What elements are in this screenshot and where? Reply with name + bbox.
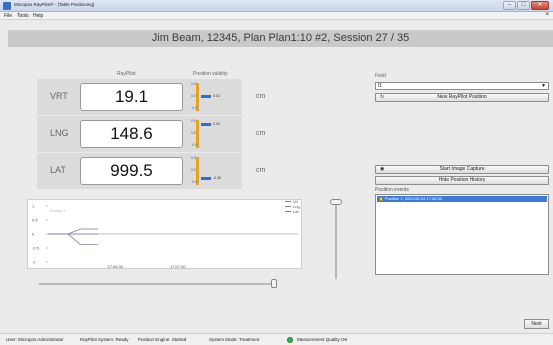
position-validity-gauge: 0.5 0.0 -0.5 0.00: [191, 119, 231, 149]
value-display: 19.1: [80, 83, 183, 111]
app-window: Micropos RayPilot® - [Table Positioning]…: [0, 0, 553, 345]
hide-position-history-button[interactable]: Hide Position History: [375, 176, 549, 185]
y-tick-label: -1: [32, 260, 36, 265]
zoom-slider-track[interactable]: [335, 204, 337, 279]
minimize-button[interactable]: –: [503, 1, 516, 10]
time-slider-track[interactable]: [39, 283, 275, 285]
series-line-lat: [48, 233, 98, 245]
gauge-indicator: [201, 95, 211, 98]
new-raypilot-position-button[interactable]: ↻ New RayPilot Position: [375, 93, 549, 102]
session-title: Jim Beam, 12345, Plan Plan1:10 #2, Sessi…: [151, 32, 410, 44]
menu-bar: File Tools Help ×: [0, 12, 553, 20]
y-tick-label: 0.5: [32, 218, 38, 223]
gauge-tick-label: 0.5: [191, 82, 196, 86]
position-validity-gauge: 0.5 0.0 -0.5 -0.38: [191, 156, 231, 186]
x-tick-label: 17:07:00: [170, 264, 186, 269]
start-image-capture-button[interactable]: ◉ Start Image Capture: [375, 165, 549, 174]
menu-tools[interactable]: Tools: [17, 13, 29, 19]
axis-label: LAT: [50, 165, 66, 175]
menu-help[interactable]: Help: [33, 13, 43, 19]
next-button[interactable]: Next: [524, 319, 549, 329]
chevron-down-icon: ▼: [541, 83, 546, 89]
gauge-indicator: [201, 123, 211, 126]
unit-label: cm: [256, 130, 266, 137]
status-ok-icon: [287, 337, 293, 343]
field-select-value: f1: [378, 83, 383, 89]
measurement-row-vrt: VRT 19.1 0.5 0.0 -0.5 0.02 cm: [37, 79, 265, 115]
legend-item-lat: Lat: [285, 209, 300, 214]
maximize-button[interactable]: □: [517, 1, 530, 10]
raypilot-column-header: RayPilot: [117, 71, 136, 77]
zoom-slider-handle[interactable]: [330, 199, 342, 205]
axis-label: LNG: [50, 128, 69, 138]
position-history-chart: 1 0.5 0 -0.5 -1 17:06:30 17:07:00 Position 1: [27, 199, 302, 269]
gauge-tick-label: -0.5: [191, 180, 198, 184]
measurement-row-lng: LNG 148.6 0.5 0.0 -0.5 0.00 cm: [37, 116, 265, 152]
y-tick-label: -0.5: [32, 246, 40, 251]
axis-label: VRT: [50, 91, 68, 101]
status-bar: User: Micropos Administrator RayPilot Sy…: [0, 333, 553, 345]
title-bar: Micropos RayPilot® - [Table Positioning]…: [0, 0, 553, 12]
menu-file[interactable]: File: [4, 13, 12, 19]
chart-canvas: 1 0.5 0 -0.5 -1 17:06:30 17:07:00 Position 1: [32, 204, 298, 269]
gauge-indicator-value: 0.02: [213, 94, 220, 98]
field-select[interactable]: f1 ▼: [375, 82, 549, 90]
chart-legend: Vrt Lng Lat: [285, 199, 300, 214]
gauge-indicator: [201, 177, 211, 180]
window-controls: – □ ✕: [502, 1, 549, 11]
gauge-tick-label: 0.5: [191, 119, 196, 123]
y-tick-label: 0: [32, 232, 35, 237]
x-tick-label: 17:06:30: [108, 264, 124, 269]
status-system: RayPilot System: Ready: [80, 337, 129, 342]
camera-icon: ◉: [380, 166, 385, 172]
series-line-vrt: [48, 228, 98, 235]
position-validity-gauge: 0.5 0.0 -0.5 0.02: [191, 82, 231, 112]
chart-annotation: Position 1: [50, 209, 65, 213]
close-document-icon[interactable]: ×: [545, 12, 549, 18]
status-user: User: Micropos Administrator: [6, 337, 64, 342]
gauge-tick-label: -0.5: [191, 143, 198, 147]
position-events-list[interactable]: Position 1, 2020-06-24 17:06:33: [375, 194, 549, 275]
gauge-tick-label: 0.5: [191, 156, 196, 160]
list-item[interactable]: Position 1, 2020-06-24 17:06:33: [377, 196, 547, 202]
unit-label: cm: [256, 167, 266, 174]
app-icon: [3, 2, 11, 10]
gauge-indicator-value: 0.00: [213, 122, 220, 126]
gauge-indicator-value: -0.38: [213, 176, 221, 180]
position-validity-column-header: Position validity: [193, 71, 228, 77]
gauge-tick-label: 0.0: [191, 94, 196, 98]
session-header: Jim Beam, 12345, Plan Plan1:10 #2, Sessi…: [8, 30, 553, 47]
gauge-tick-label: -0.5: [191, 106, 198, 110]
gauge-tick-label: 0.0: [191, 131, 196, 135]
close-button[interactable]: ✕: [531, 1, 549, 10]
time-slider-handle[interactable]: [271, 279, 277, 288]
event-icon: [379, 197, 383, 201]
status-quality: Measurement Quality OK: [297, 337, 348, 342]
status-engine: Position Engine: Started: [138, 337, 187, 342]
status-mode: System Mode: Treatment: [209, 337, 260, 342]
field-label: Field: [375, 73, 386, 79]
window-title: Micropos RayPilot® - [Table Positioning]: [14, 2, 95, 7]
value-display: 148.6: [80, 120, 183, 148]
measurement-row-lat: LAT 999.5 0.5 0.0 -0.5 -0.38 cm: [37, 153, 265, 189]
position-events-label: Position events: [375, 187, 409, 193]
refresh-icon: ↻: [380, 94, 385, 100]
unit-label: cm: [256, 93, 266, 100]
y-tick-label: 1: [32, 204, 35, 209]
value-display: 999.5: [80, 157, 183, 185]
gauge-tick-label: 0.0: [191, 168, 196, 172]
